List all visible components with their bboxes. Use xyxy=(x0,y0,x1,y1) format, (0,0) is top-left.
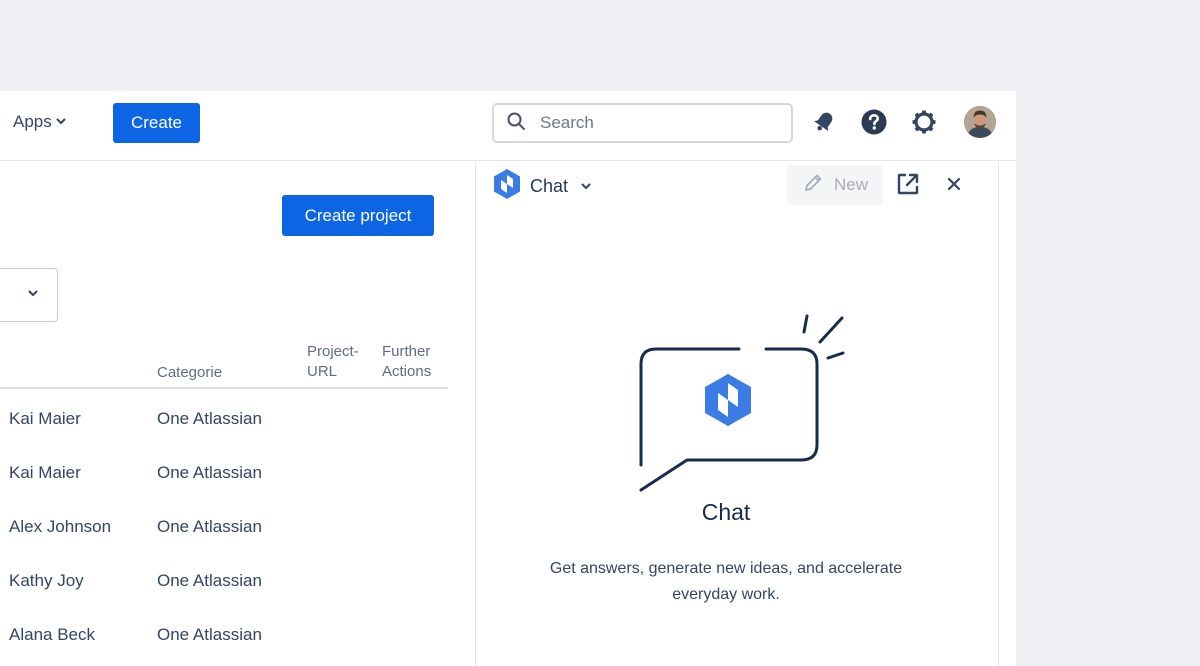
chat-illustration xyxy=(636,312,851,497)
search-input[interactable] xyxy=(540,113,760,133)
search-icon xyxy=(506,111,526,136)
table-row[interactable]: Kai Maier One Atlassian xyxy=(0,408,448,462)
notification-bell-icon[interactable] xyxy=(809,107,839,137)
project-category: One Atlassian xyxy=(157,463,262,482)
app-window: Apps Create Search Create project Catego… xyxy=(0,91,1016,666)
column-header-further-actions: Further Actions xyxy=(382,343,432,380)
project-lead[interactable]: Kai Maier xyxy=(9,462,81,484)
create-button[interactable]: Create xyxy=(113,103,200,143)
chat-title-dropdown[interactable]: Chat xyxy=(492,168,592,205)
apps-label: Apps xyxy=(13,112,52,131)
project-category: One Atlassian xyxy=(157,571,262,590)
chat-empty-heading: Chat xyxy=(701,499,751,525)
project-lead[interactable]: Alex Johnson xyxy=(9,516,111,538)
projects-section: Create project l Categorie Project-URL F… xyxy=(0,162,474,666)
chevron-down-icon xyxy=(580,176,592,197)
filter-select[interactable] xyxy=(0,268,58,322)
chat-empty-description: Get answers, generate new ideas, and acc… xyxy=(549,560,903,603)
chat-panel-header: Chat New xyxy=(476,162,1000,208)
project-lead[interactable]: Alana Beck xyxy=(9,624,95,646)
column-header-project-url[interactable]: Project-URL xyxy=(307,342,373,382)
atlassian-intelligence-logo-icon xyxy=(492,168,522,205)
table-row[interactable]: Alana Beck One Atlassian xyxy=(0,624,448,666)
chat-title: Chat xyxy=(530,176,569,196)
table-row[interactable]: Kathy Joy One Atlassian xyxy=(0,570,448,624)
create-project-button[interactable]: Create project xyxy=(282,195,434,236)
project-category: One Atlassian xyxy=(157,517,262,536)
chat-panel: Chat New Chat Get answers, generate new … xyxy=(475,162,999,666)
chevron-down-icon xyxy=(55,112,67,132)
top-navigation: Apps Create xyxy=(0,91,1016,161)
chevron-down-icon xyxy=(27,286,39,304)
apps-menu[interactable]: Apps xyxy=(13,112,67,132)
atlassian-intelligence-logo-icon xyxy=(705,374,751,426)
project-lead[interactable]: Kathy Joy xyxy=(9,570,84,592)
new-chat-button[interactable]: New xyxy=(787,165,883,205)
table-row[interactable]: Kai Maier One Atlassian xyxy=(0,462,448,516)
table-header: l Categorie Project-URL Further Actions xyxy=(0,342,448,389)
new-chat-label: New xyxy=(833,175,868,194)
project-lead[interactable]: Kai Maier xyxy=(9,408,81,430)
pencil-icon xyxy=(802,172,824,199)
project-category: One Atlassian xyxy=(157,409,262,428)
search-box[interactable] xyxy=(492,103,793,143)
gear-icon[interactable] xyxy=(909,107,939,137)
external-link-icon[interactable] xyxy=(894,170,922,198)
table-row[interactable]: Alex Johnson One Atlassian xyxy=(0,516,448,570)
close-icon[interactable] xyxy=(940,170,968,198)
column-header-category[interactable]: Categorie xyxy=(157,363,222,383)
project-category: One Atlassian xyxy=(157,625,262,644)
user-avatar[interactable] xyxy=(964,106,996,138)
help-icon[interactable] xyxy=(859,107,889,137)
